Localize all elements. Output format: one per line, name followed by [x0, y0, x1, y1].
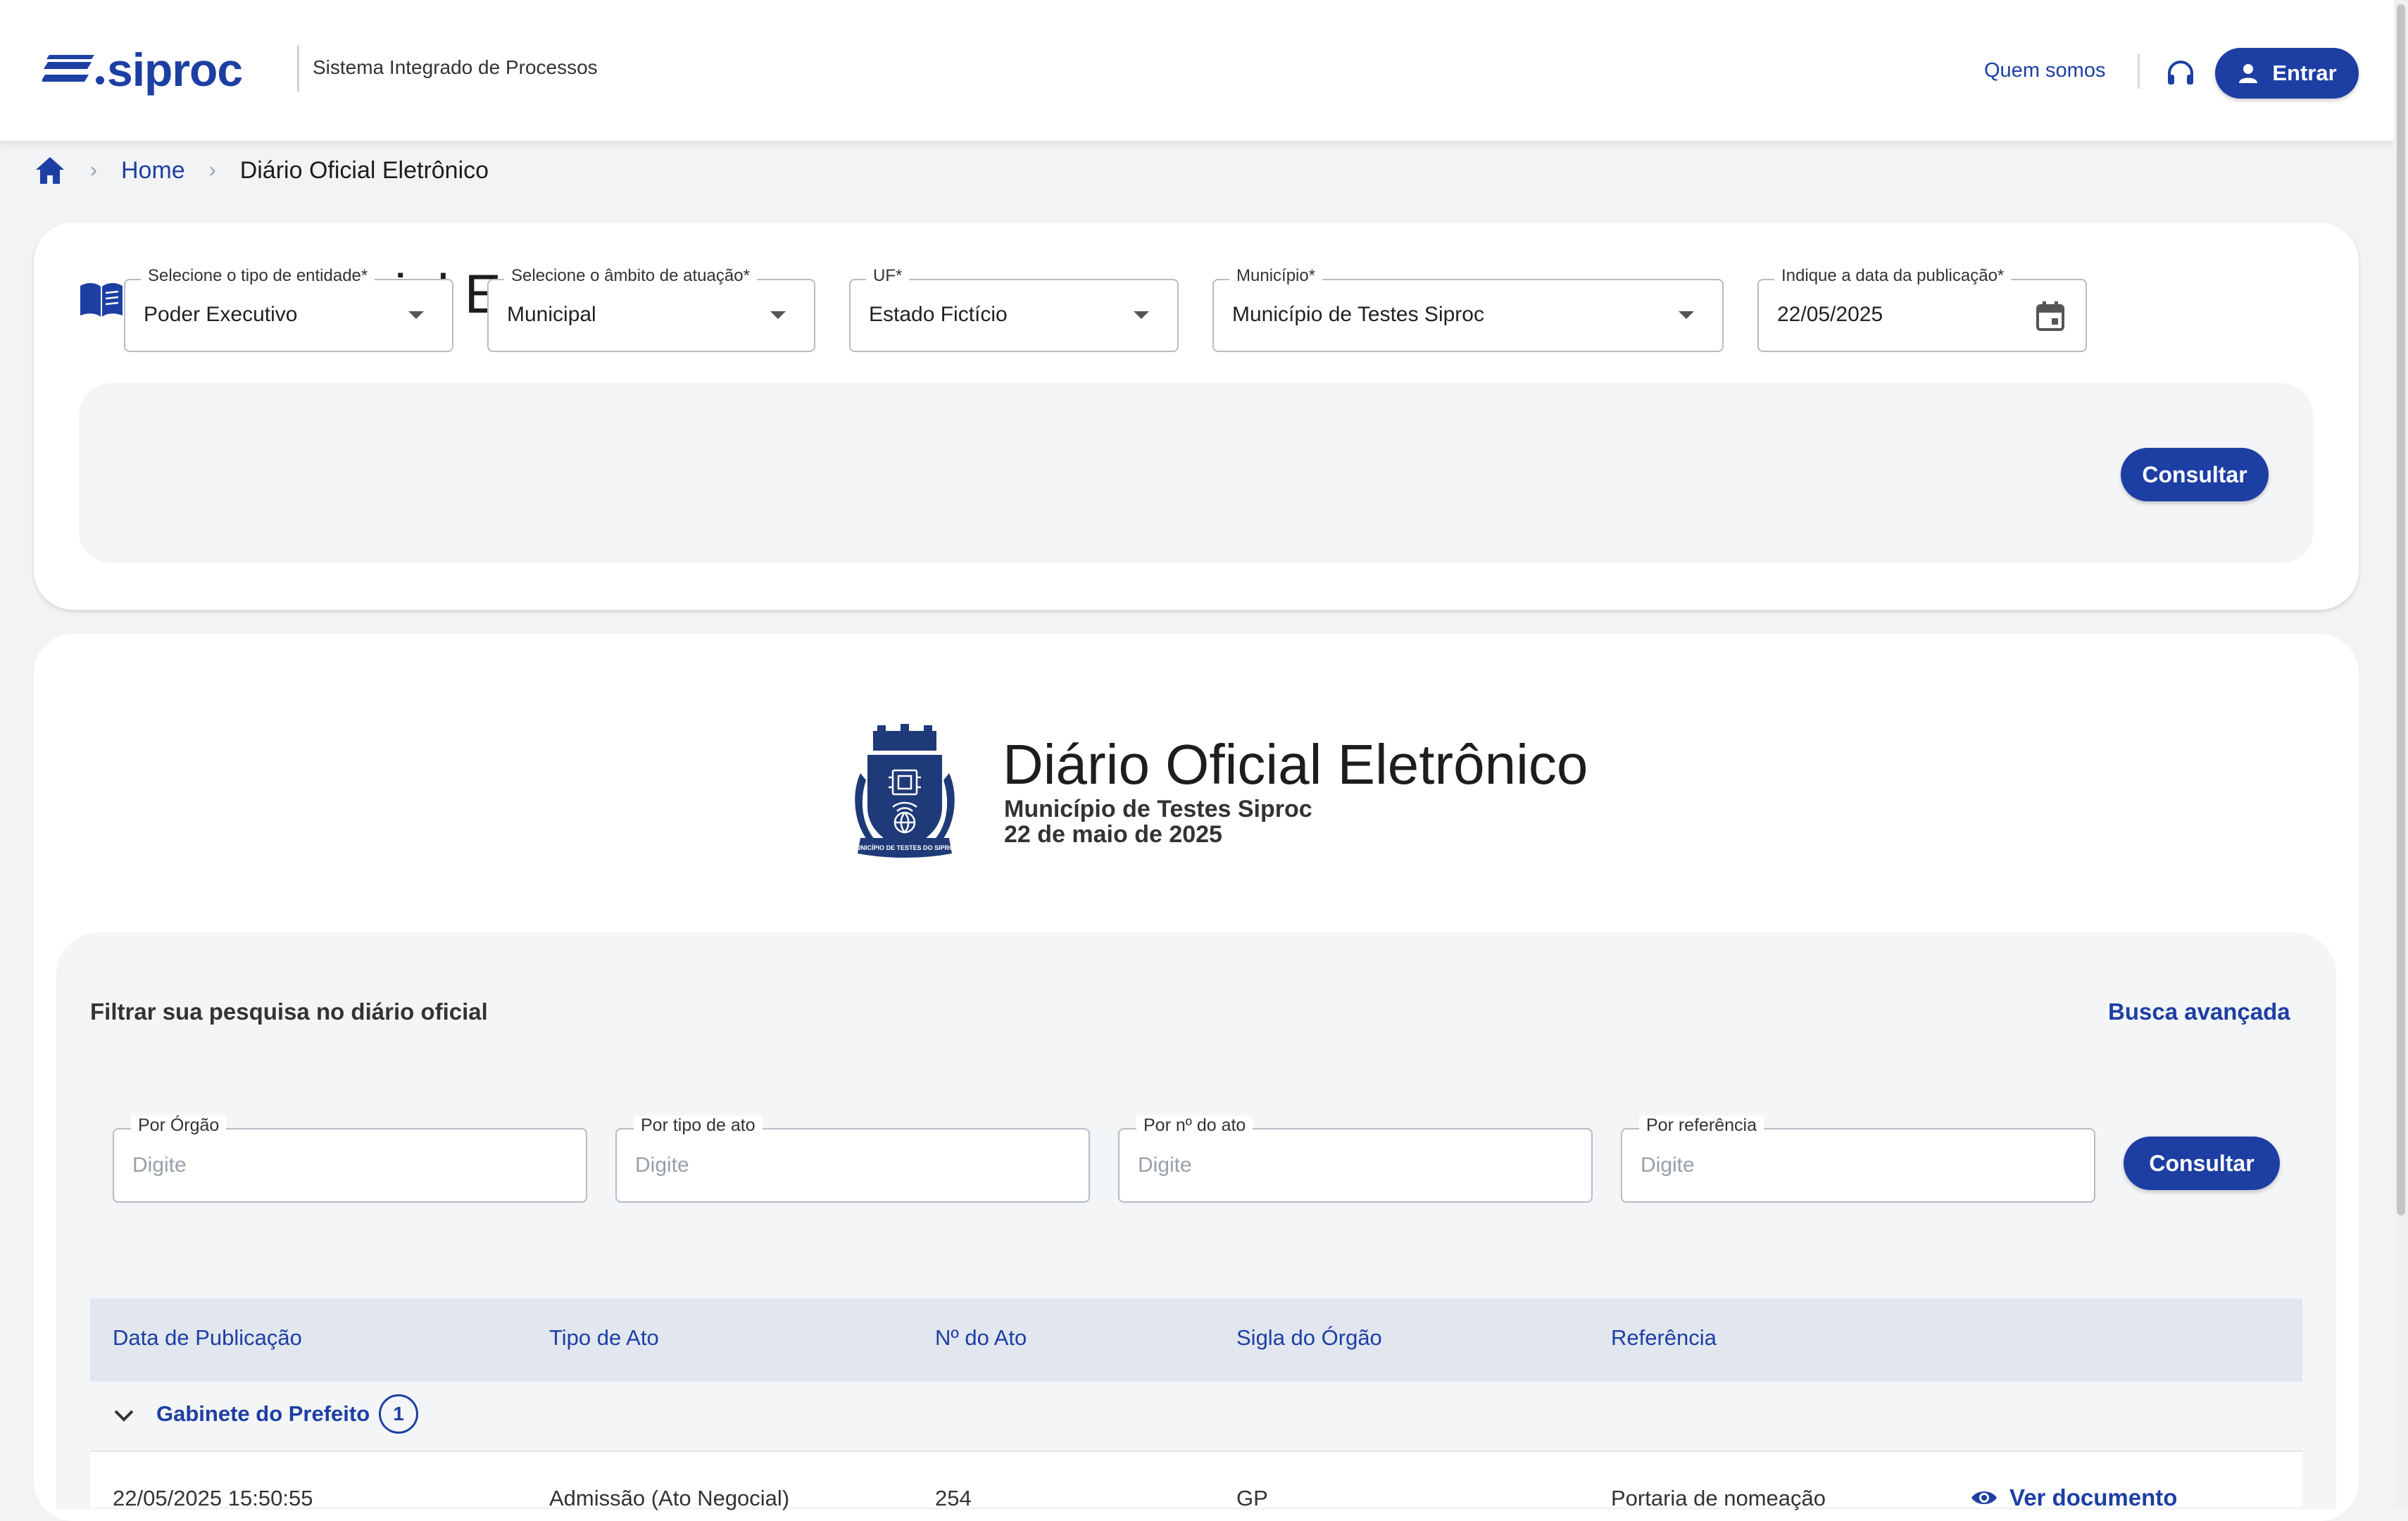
svg-text:siproc: siproc — [107, 46, 242, 96]
page-scrollbar[interactable] — [2394, 0, 2408, 1507]
entity-type-select[interactable]: Selecione o tipo de entidade* Poder Exec… — [124, 266, 453, 352]
act-type-filter-label: Por tipo de ato — [634, 1115, 763, 1136]
municipality-value: Município de Testes Siproc — [1232, 303, 1484, 326]
publication-date-label: Indique a data da publicação* — [1774, 266, 2012, 286]
view-document-link[interactable]: Ver documento — [1970, 1484, 2177, 1511]
top-header: siproc Sistema Integrado de Processos Qu… — [0, 0, 2394, 141]
column-header-date[interactable]: Data de Publicação — [113, 1325, 302, 1351]
uf-value: Estado Fictício — [869, 303, 1008, 326]
publication-date-value: 22/05/2025 — [1777, 303, 1883, 326]
siproc-logo[interactable]: siproc — [42, 46, 282, 100]
search-filter-panel — [79, 383, 2314, 563]
login-button-label: Entrar — [2272, 61, 2337, 85]
municipality-label: Município* — [1229, 266, 1323, 286]
header-divider — [2138, 54, 2140, 89]
breadcrumb-current: Diário Oficial Eletrônico — [239, 156, 489, 184]
publication-date-field[interactable]: Indique a data da publicação* 22/05/2025 — [1757, 266, 2087, 352]
filter-consult-button[interactable]: Consultar — [2124, 1137, 2280, 1190]
calendar-icon[interactable] — [2035, 300, 2066, 332]
column-header-organ[interactable]: Sigla do Órgão — [1236, 1325, 1382, 1351]
column-header-reference[interactable]: Referência — [1611, 1325, 1717, 1351]
caret-down-icon — [1134, 311, 1149, 319]
breadcrumb-home-link[interactable]: Home — [121, 157, 185, 184]
diario-title: Diário Oficial Eletrônico — [1003, 733, 1588, 796]
scope-label: Selecione o âmbito de atuação* — [504, 266, 757, 286]
column-header-act-number[interactable]: Nº do Ato — [935, 1325, 1027, 1351]
open-book-icon — [80, 282, 123, 317]
logo-divider — [297, 45, 299, 92]
organ-filter-placeholder: Digite — [132, 1153, 187, 1177]
headset-icon[interactable] — [2163, 59, 2198, 89]
scope-value: Municipal — [507, 303, 596, 326]
group-count-badge: 1 — [379, 1394, 418, 1434]
organ-filter-label: Por Órgão — [131, 1115, 227, 1136]
entity-type-value: Poder Executivo — [144, 303, 298, 326]
eye-icon — [1971, 1491, 1997, 1504]
act-number-filter-label: Por nº do ato — [1136, 1115, 1253, 1136]
table-header — [90, 1298, 2302, 1382]
cell-act-number: 254 — [935, 1486, 972, 1510]
caret-down-icon — [770, 311, 786, 319]
group-name[interactable]: Gabinete do Prefeito — [156, 1401, 370, 1427]
cell-act-type: Admissão (Ato Negocial) — [549, 1486, 790, 1510]
breadcrumb-separator: › — [90, 158, 97, 182]
chevron-down-icon[interactable] — [110, 1404, 138, 1427]
home-icon[interactable] — [34, 155, 66, 186]
scope-select[interactable]: Selecione o âmbito de atuação* Municipal — [487, 266, 815, 352]
caret-down-icon — [408, 311, 424, 319]
view-document-label: Ver documento — [2009, 1484, 2178, 1510]
login-button[interactable]: Entrar — [2215, 48, 2359, 99]
organ-filter-input[interactable]: Por Órgão Digite — [113, 1115, 587, 1203]
act-number-filter-placeholder: Digite — [1138, 1153, 1192, 1177]
uf-label: UF* — [866, 266, 910, 286]
column-header-act-type[interactable]: Tipo de Ato — [549, 1325, 659, 1351]
act-type-filter-placeholder: Digite — [635, 1153, 689, 1177]
diario-date: 22 de maio de 2025 — [1004, 821, 1222, 848]
crest-motto: MUNICÍPIO DE TESTES DO SIPROC — [851, 844, 959, 851]
app-tagline: Sistema Integrado de Processos — [313, 56, 598, 78]
breadcrumb: › Home › Diário Oficial Eletrônico — [34, 149, 489, 192]
group-row[interactable] — [90, 1382, 2302, 1452]
filter-heading: Filtrar sua pesquisa no diário oficial — [90, 999, 488, 1025]
search-consult-button[interactable]: Consultar — [2121, 448, 2269, 501]
advanced-search-link[interactable]: Busca avançada — [2108, 999, 2290, 1025]
cell-date: 22/05/2025 15:50:55 — [113, 1486, 313, 1510]
reference-filter-input[interactable]: Por referência Digite — [1621, 1115, 2095, 1203]
cell-reference: Portaria de nomeação — [1611, 1486, 1826, 1510]
caret-down-icon — [1679, 311, 1694, 319]
uf-select[interactable]: UF* Estado Fictício — [849, 266, 1179, 352]
about-link[interactable]: Quem somos — [1984, 59, 2105, 82]
reference-filter-label: Por referência — [1639, 1115, 1764, 1136]
act-type-filter-input[interactable]: Por tipo de ato Digite — [615, 1115, 1090, 1203]
user-icon — [2239, 64, 2258, 83]
diario-municipality: Município de Testes Siproc — [1004, 796, 1312, 822]
municipal-crest-emblem: MUNICÍPIO DE TESTES DO SIPROC — [851, 724, 959, 858]
municipality-select[interactable]: Município* Município de Testes Siproc — [1212, 266, 1724, 352]
breadcrumb-separator: › — [208, 158, 216, 182]
scrollbar-thumb[interactable] — [2397, 4, 2405, 1215]
act-number-filter-input[interactable]: Por nº do ato Digite — [1118, 1115, 1593, 1203]
cell-organ: GP — [1236, 1486, 1268, 1510]
entity-type-label: Selecione o tipo de entidade* — [141, 266, 375, 286]
reference-filter-placeholder: Digite — [1641, 1153, 1695, 1177]
